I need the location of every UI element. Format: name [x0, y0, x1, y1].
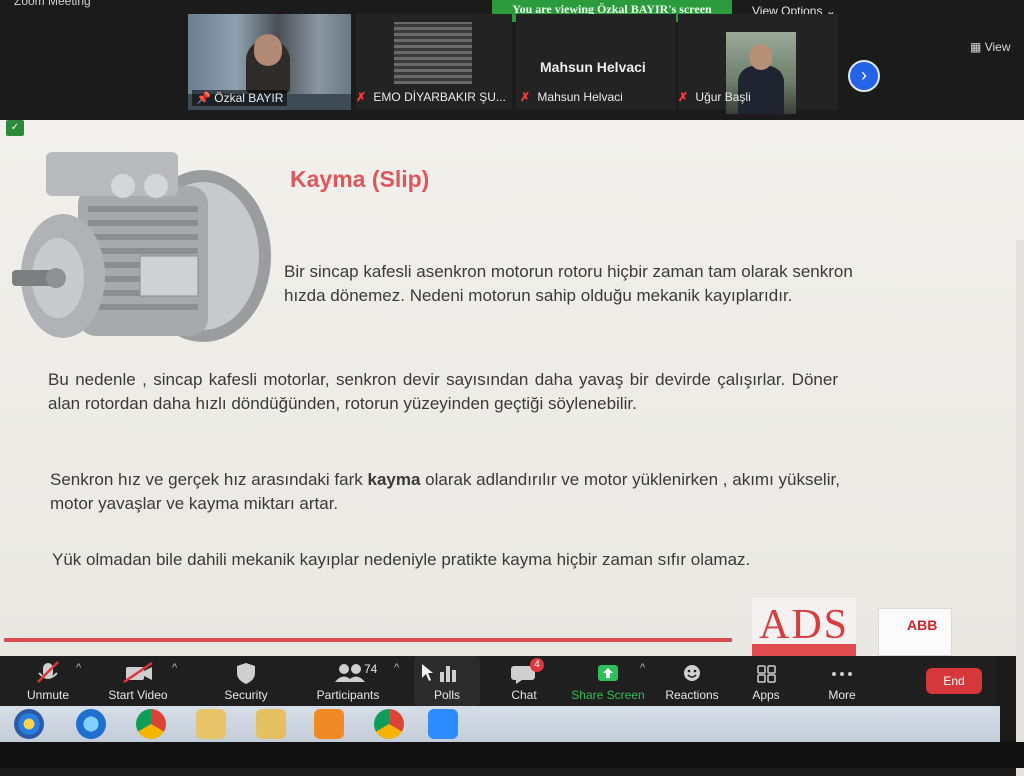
- abb-logo-text: ABB: [907, 617, 938, 633]
- shield-icon: [237, 663, 255, 684]
- share-screen-icon: [598, 665, 618, 681]
- internet-explorer-icon[interactable]: [76, 709, 106, 739]
- participant-tile-ozkal[interactable]: 📌 Özkal BAYIR: [188, 14, 351, 110]
- chat-label: Chat: [511, 688, 537, 702]
- polls-icon: [422, 664, 456, 682]
- abb-logo: ABB: [878, 608, 952, 656]
- participant-name: ✗ Mahsun Helvaci: [520, 90, 623, 104]
- mic-muted-icon: ✗: [678, 90, 689, 104]
- apps-label: Apps: [752, 688, 780, 702]
- windows-taskbar: [0, 706, 1000, 742]
- polls-label: Polls: [433, 688, 460, 702]
- end-meeting-button[interactable]: End: [926, 668, 982, 694]
- participant-name: ✗ EMO DİYARBAKIR ŞU...: [356, 90, 506, 104]
- chat-button[interactable]: 4 Chat: [498, 656, 550, 706]
- participant-head: [750, 44, 772, 70]
- polls-button[interactable]: Polls: [414, 656, 480, 706]
- side-panel-edge: [1016, 240, 1024, 776]
- media-player-icon[interactable]: [314, 709, 344, 739]
- participant-tile-ugur[interactable]: ✗ Uğur Başli: [678, 14, 838, 114]
- meeting-toolbar: Unmute ^ Start Video ^ Security 74 Parti…: [0, 656, 996, 706]
- reactions-button[interactable]: Reactions: [660, 656, 724, 706]
- slide-title: Kayma (Slip): [290, 166, 430, 192]
- chrome-app-icon[interactable]: [374, 709, 404, 739]
- participant-display-name: Mahsun Helvaci: [540, 59, 646, 75]
- reactions-label: Reactions: [665, 688, 719, 702]
- video-off-icon: [123, 661, 153, 684]
- more-button[interactable]: More: [818, 656, 866, 706]
- unmute-label: Unmute: [26, 688, 70, 702]
- participants-button[interactable]: 74 Participants: [312, 656, 384, 706]
- chevron-up-icon[interactable]: ^: [76, 662, 81, 674]
- mic-muted-icon: ✗: [356, 90, 367, 104]
- participant-name: ✗ Uğur Başli: [678, 90, 751, 104]
- view-layout-button[interactable]: ▦ View: [970, 40, 1010, 54]
- chrome-icon[interactable]: [136, 709, 166, 739]
- paragraph-text: Senkron hız ve gerçek hız arasındaki far…: [50, 470, 368, 489]
- electric-motor-image: [12, 152, 271, 342]
- participant-tile-emo[interactable]: ✗ EMO DİYARBAKIR ŞU...: [356, 14, 512, 110]
- start-video-label: Start Video: [108, 688, 168, 702]
- mail-icon[interactable]: [196, 709, 226, 739]
- share-screen-label: Share Screen: [571, 688, 645, 702]
- slide-divider: [4, 638, 732, 642]
- slide-paragraph-2: Bu nedenle , sincap kafesli motorlar, se…: [48, 370, 838, 413]
- mic-muted-icon: [37, 661, 59, 683]
- screen-bezel: [0, 742, 1024, 768]
- participants-icon-group: 74: [312, 660, 384, 686]
- share-screen-button[interactable]: Share Screen: [568, 656, 648, 706]
- chevron-up-icon[interactable]: ^: [172, 662, 177, 674]
- participants-label: Participants: [316, 688, 380, 702]
- slide-paragraph-4: Yük olmadan bile dahili mekanik kayıplar…: [52, 550, 751, 569]
- grid-icon: ▦: [970, 40, 982, 54]
- security-label: Security: [224, 688, 268, 702]
- participant-head: [254, 34, 282, 66]
- smiley-icon: [684, 665, 700, 681]
- next-page-button[interactable]: ›: [848, 60, 880, 92]
- more-label: More: [828, 688, 856, 702]
- pin-icon: 📌: [196, 91, 211, 105]
- folder-icon[interactable]: [256, 709, 286, 739]
- shield-icon: ✓: [6, 120, 24, 136]
- mic-muted-icon: ✗: [520, 90, 531, 104]
- security-button[interactable]: Security: [218, 656, 274, 706]
- participant-name-text: EMO DİYARBAKIR ŞU...: [373, 90, 506, 104]
- slide-paragraph-3: Senkron hız ve gerçek hız arasındaki far…: [50, 468, 840, 516]
- shared-screen: ✓ Kayma (Slip) Bir sincap kafesli asenkr…: [0, 120, 1024, 776]
- zoom-icon[interactable]: [428, 709, 458, 739]
- chevron-up-icon[interactable]: ^: [640, 662, 645, 674]
- apps-button[interactable]: Apps: [742, 656, 790, 706]
- chat-badge: 4: [530, 658, 544, 672]
- chevron-up-icon[interactable]: ^: [394, 662, 399, 674]
- chevron-right-icon: ›: [861, 65, 867, 85]
- participant-name-text: Özkal BAYIR: [214, 91, 284, 105]
- svg-text:ADS: ADS: [759, 602, 849, 648]
- participant-tile-mahsun[interactable]: Mahsun Helvaci ✗ Mahsun Helvaci: [516, 14, 676, 110]
- participant-video: [394, 22, 472, 84]
- unmute-button[interactable]: Unmute: [20, 656, 76, 706]
- apps-icon: [757, 665, 776, 683]
- participant-count: 74: [364, 662, 378, 676]
- start-video-button[interactable]: Start Video: [102, 656, 174, 706]
- window-title: Zoom Meeting: [14, 0, 91, 8]
- slide-paragraph-1: Bir sincap kafesli asenkron motorun roto…: [284, 262, 853, 305]
- participant-name-text: Mahsun Helvaci: [537, 90, 623, 104]
- participants-strip: Zoom Meeting You are viewing Özkal BAYIR…: [0, 0, 1024, 120]
- keyword-kayma: kayma: [367, 470, 421, 489]
- participant-name-text: Uğur Başli: [695, 90, 751, 104]
- windows-start-icon[interactable]: [14, 709, 44, 739]
- participant-name: 📌 Özkal BAYIR: [192, 90, 288, 106]
- more-dots-icon: [832, 672, 852, 676]
- view-label: View: [984, 40, 1011, 54]
- ads-logo: ADS: [752, 598, 856, 656]
